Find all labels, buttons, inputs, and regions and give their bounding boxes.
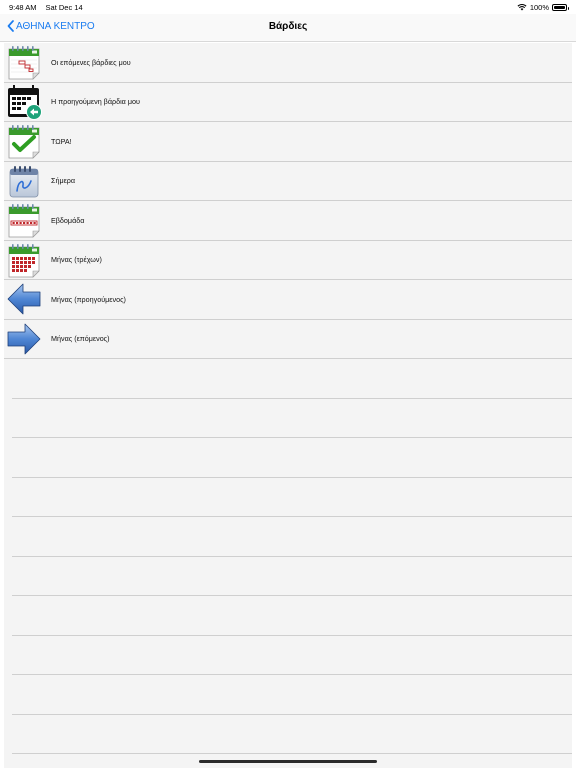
arrow-right-icon	[7, 323, 41, 355]
home-indicator[interactable]	[199, 760, 377, 763]
menu-item-current-month[interactable]: Μήνας (τρέχων)	[4, 241, 572, 280]
status-date: Sat Dec 14	[45, 2, 83, 12]
empty-row	[12, 399, 572, 438]
menu-item-previous-month[interactable]: Μήνας (προηγούμενος)	[4, 280, 572, 320]
battery-level	[554, 5, 565, 9]
menu-item-previous-shift[interactable]: Η προηγούμενη βάρδια μου	[4, 83, 572, 122]
menu-item-label: Οι επόμενες βάρδιες μου	[51, 57, 131, 67]
calendar-checkmark-icon	[8, 125, 40, 159]
menu-item-label: Μήνας (προηγούμενος)	[51, 294, 126, 304]
calendar-next-shifts-icon	[8, 46, 40, 80]
arrow-left-icon	[7, 283, 41, 315]
calendar-previous-shift-icon	[8, 84, 42, 120]
menu-item-today[interactable]: Σήμερα	[4, 162, 572, 201]
empty-row	[12, 478, 572, 517]
status-bar: 9:48 AM Sat Dec 14 100%	[0, 0, 576, 14]
menu-item-label: Μήνας (επόμενος)	[51, 334, 110, 344]
menu-item-next-shifts[interactable]: Οι επόμενες βάρδιες μου	[4, 43, 572, 83]
empty-row	[12, 715, 572, 754]
navigation-bar: ΑΘΗΝΑ ΚΕΝΤΡΟ Βάρδιες	[0, 14, 576, 42]
empty-row	[12, 438, 572, 478]
menu-item-week[interactable]: Εβδομάδα	[4, 201, 572, 241]
empty-row	[12, 359, 572, 399]
page-title: Βάρδιες	[268, 21, 308, 32]
notepad-today-icon	[9, 165, 39, 198]
app-screen: 9:48 AM Sat Dec 14 100% ΑΘΗΝΑ ΚΕΝΤΡΟ Βάρ…	[0, 0, 576, 768]
menu-item-label: Σήμερα	[51, 176, 76, 186]
menu-item-next-month[interactable]: Μήνας (επόμενος)	[4, 320, 572, 359]
menu-item-label: ΤΩΡΑ!	[51, 136, 72, 146]
empty-row	[12, 596, 572, 636]
empty-row	[12, 675, 572, 715]
battery-icon	[552, 3, 569, 11]
wifi-icon	[517, 4, 527, 11]
status-time: 9:48 AM	[9, 2, 37, 12]
menu-item-now[interactable]: ΤΩΡΑ!	[4, 122, 572, 162]
battery-percent: 100%	[529, 2, 549, 12]
calendar-week-icon	[8, 204, 40, 238]
menu-item-label: Εβδομάδα	[51, 215, 85, 225]
shifts-menu-list: Οι επόμενες βάρδιες μου Η προηγούμενη βά…	[4, 43, 572, 768]
menu-item-label: Μήνας (τρέχων)	[51, 255, 102, 265]
empty-row	[12, 636, 572, 675]
empty-row	[12, 517, 572, 557]
empty-row	[12, 557, 572, 596]
menu-item-label: Η προηγούμενη βάρδια μου	[51, 97, 140, 107]
calendar-month-icon	[8, 243, 40, 278]
